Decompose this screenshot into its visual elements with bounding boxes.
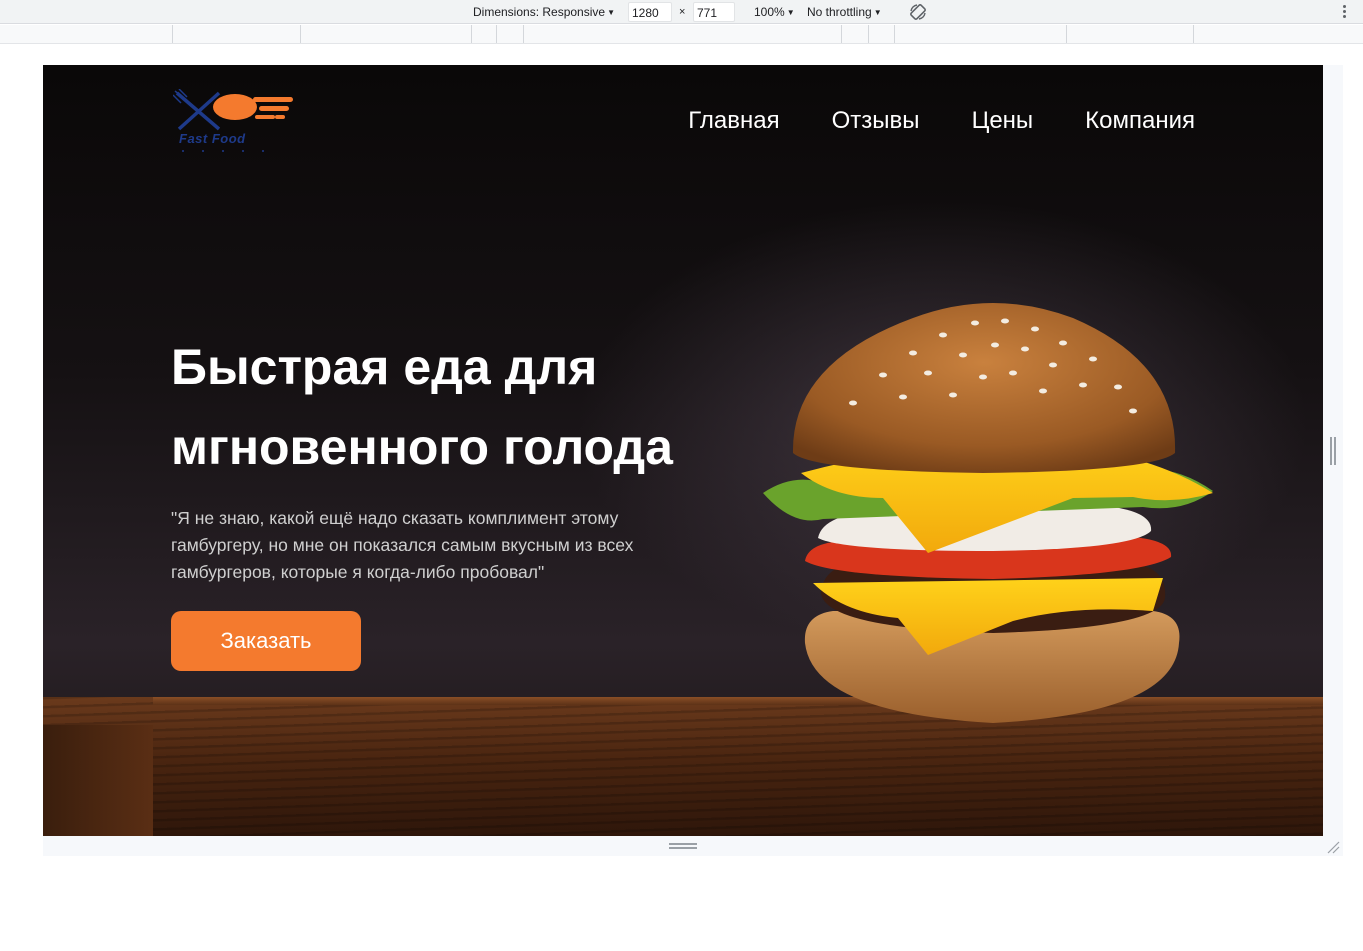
- hero-title-line2: мгновенного голода: [171, 419, 673, 475]
- wooden-table-side: [43, 725, 153, 836]
- times-sign: ×: [679, 6, 686, 18]
- logo-text: Fast Food: [179, 131, 246, 146]
- page-viewport: Fast Food Главная Отзывы Цены Компания Б…: [43, 65, 1323, 836]
- dimensions-dropdown[interactable]: Dimensions: Responsive ▼: [473, 0, 615, 24]
- throttling-label: No throttling: [807, 5, 872, 19]
- caret-down-icon: ▼: [873, 8, 882, 17]
- nav-link-reviews[interactable]: Отзывы: [832, 107, 920, 135]
- nav-link-prices[interactable]: Цены: [972, 107, 1034, 135]
- resize-corner-icon[interactable]: [1326, 840, 1340, 854]
- main-nav: Главная Отзывы Цены Компания: [636, 107, 1195, 135]
- height-input[interactable]: 771: [693, 2, 735, 22]
- media-query-ruler: [0, 25, 1363, 44]
- nav-link-home[interactable]: Главная: [688, 107, 779, 135]
- resize-handle-bottom[interactable]: [669, 843, 697, 849]
- caret-down-icon: ▼: [607, 8, 615, 17]
- width-input[interactable]: 1280: [628, 2, 672, 22]
- burger-image: [763, 303, 1213, 723]
- kebab-menu-icon[interactable]: [1343, 4, 1347, 20]
- hero-title: Быстрая еда для мгновенного голода: [171, 327, 731, 487]
- hero-quote: "Я не знаю, какой ещё надо сказать компл…: [171, 508, 634, 582]
- resize-handle-right[interactable]: [1330, 437, 1336, 465]
- zoom-dropdown[interactable]: 100% ▼: [754, 0, 795, 24]
- caret-down-icon: ▼: [786, 8, 795, 17]
- dimensions-label: Dimensions: Responsive: [473, 5, 606, 19]
- zoom-label: 100%: [754, 5, 785, 19]
- hero-title-line1: Быстрая еда для: [171, 339, 598, 395]
- nav-link-company[interactable]: Компания: [1085, 107, 1195, 135]
- devtools-toolbar: Dimensions: Responsive ▼ 1280 × 771 100% ▼…: [0, 0, 1363, 24]
- throttling-dropdown[interactable]: No throttling ▼: [807, 0, 882, 24]
- order-button[interactable]: Заказать: [171, 611, 361, 671]
- rotate-icon[interactable]: [908, 2, 928, 22]
